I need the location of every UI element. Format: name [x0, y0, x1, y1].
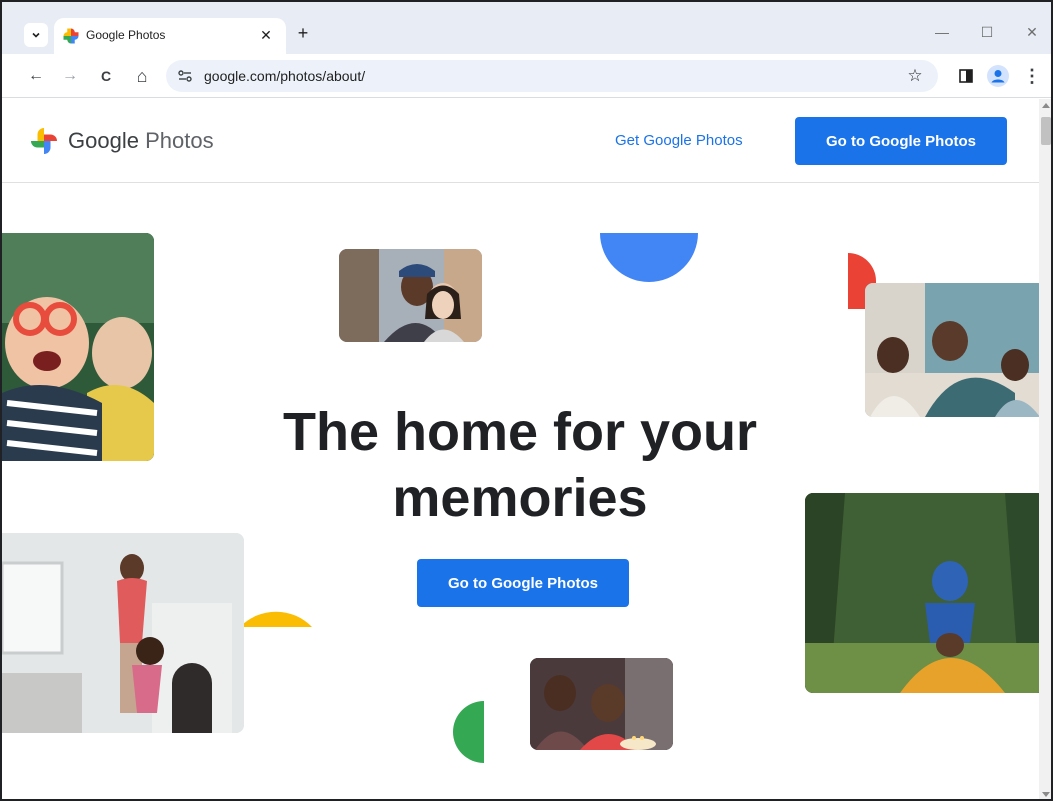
tab-title: Google Photos: [86, 28, 166, 42]
scroll-up-arrow-icon[interactable]: [1042, 103, 1050, 108]
photo-mother-child: [2, 533, 244, 733]
browser-toolbar: ← → C ⌂ google.com/photos/about/ ☆ ⋮: [2, 54, 1051, 98]
page-viewport: Google Photos Get Google Photos Go to Go…: [2, 99, 1039, 799]
address-url: google.com/photos/about/: [204, 68, 366, 84]
page-scrollbar[interactable]: [1039, 99, 1051, 799]
logo-photos-text: Photos: [145, 128, 214, 153]
maximize-button[interactable]: ☐: [972, 20, 1002, 44]
hero-title: The home for your memories: [252, 399, 788, 531]
scroll-thumb[interactable]: [1041, 117, 1051, 145]
tab-strip: Google Photos ✕ + — ☐ ✕: [2, 2, 1051, 54]
yellow-half-circle-shape: [240, 611, 312, 627]
logo-wordmark[interactable]: Google Photos: [68, 128, 214, 154]
side-panel-button[interactable]: [952, 62, 980, 90]
google-photos-favicon: [63, 28, 79, 44]
profile-button[interactable]: [984, 62, 1012, 90]
forward-button[interactable]: →: [56, 62, 84, 90]
reload-button[interactable]: C: [92, 62, 120, 90]
hero-title-line-2: memories: [392, 468, 648, 528]
tab-google-photos[interactable]: Google Photos ✕: [54, 18, 286, 54]
photo-forest-shoulders: [805, 493, 1039, 693]
side-panel-icon: [959, 69, 973, 83]
hero-go-to-photos-button[interactable]: Go to Google Photos: [417, 559, 629, 607]
tab-search-button[interactable]: [24, 23, 48, 47]
window-close-button[interactable]: ✕: [1017, 20, 1047, 44]
new-tab-button[interactable]: +: [292, 22, 314, 44]
photo-family-couch: [865, 283, 1039, 417]
chrome-menu-button[interactable]: ⋮: [1018, 62, 1046, 90]
header-go-to-photos-button[interactable]: Go to Google Photos: [795, 117, 1007, 165]
tab-close-button[interactable]: ✕: [256, 25, 276, 45]
bookmark-star-icon[interactable]: ☆: [904, 65, 926, 87]
hero-title-line-1: The home for your: [282, 402, 758, 462]
minimize-button[interactable]: —: [927, 20, 957, 44]
scroll-down-arrow-icon[interactable]: [1042, 792, 1050, 797]
blue-half-circle-shape: [600, 233, 698, 282]
home-button[interactable]: ⌂: [128, 62, 156, 90]
photo-couple-street: [339, 249, 482, 342]
photo-birthday-boy: [530, 658, 673, 750]
profile-avatar-icon: [987, 65, 1009, 87]
site-info-icon[interactable]: [176, 67, 194, 85]
google-photos-logo-icon[interactable]: [28, 125, 60, 157]
back-button[interactable]: ←: [22, 62, 50, 90]
logo-google-text: Google: [68, 128, 139, 153]
chevron-down-icon: [32, 32, 40, 38]
address-bar[interactable]: google.com/photos/about/ ☆: [166, 60, 938, 92]
photo-child-sunglasses: [2, 233, 154, 461]
get-google-photos-link[interactable]: Get Google Photos: [615, 132, 743, 149]
green-half-circle-shape: [453, 701, 484, 763]
browser-window: Google Photos ✕ + — ☐ ✕ ← → C ⌂ google.c…: [0, 0, 1053, 801]
site-header: Google Photos Get Google Photos Go to Go…: [2, 99, 1039, 183]
